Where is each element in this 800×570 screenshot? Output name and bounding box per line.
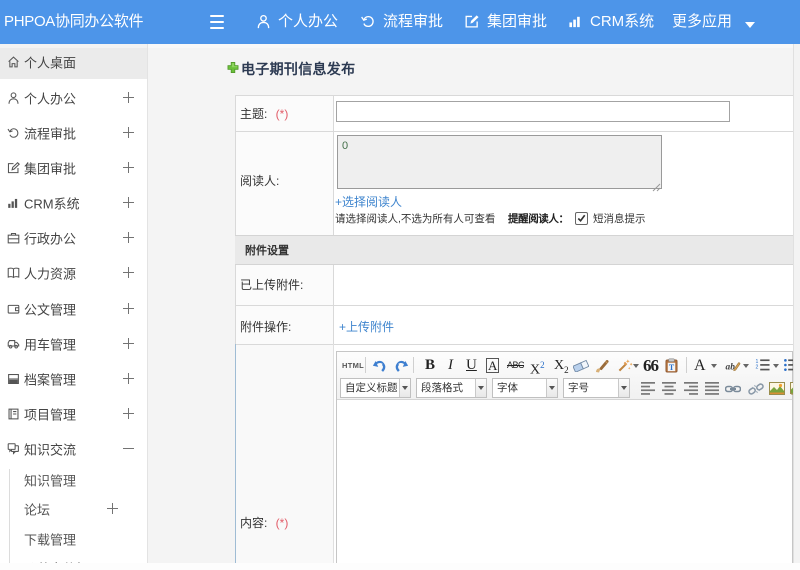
svg-text:2: 2 — [756, 364, 759, 370]
svg-text:T: T — [669, 363, 675, 372]
